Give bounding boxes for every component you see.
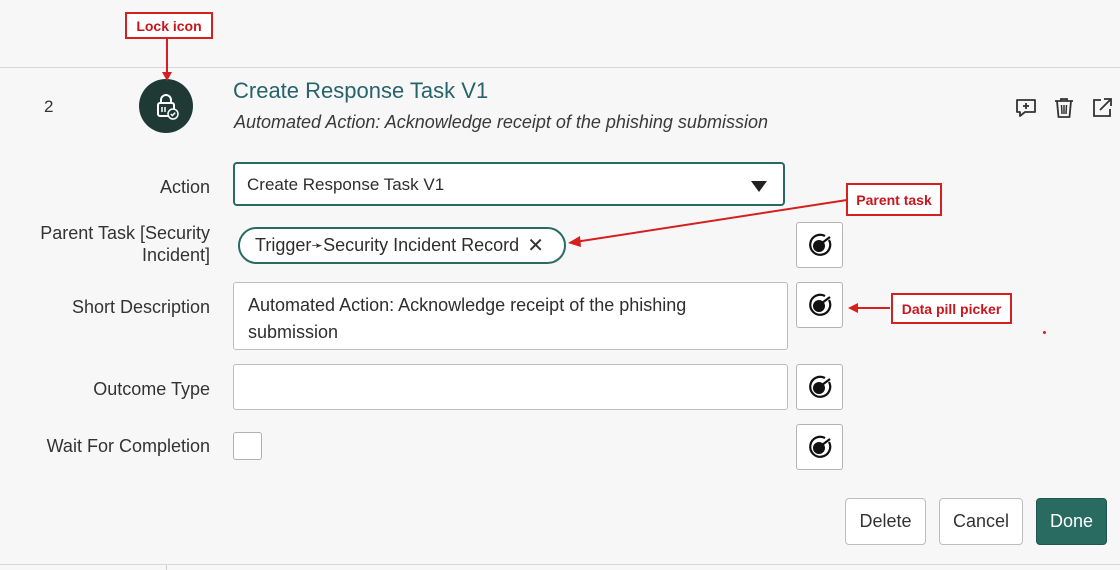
parent-task-callout: Parent task [846,183,942,216]
annotation-arrows [162,38,890,313]
red-dot [1043,331,1046,334]
lock-icon-callout: Lock icon [125,12,213,39]
data-pill-picker-callout: Data pill picker [891,293,1012,324]
